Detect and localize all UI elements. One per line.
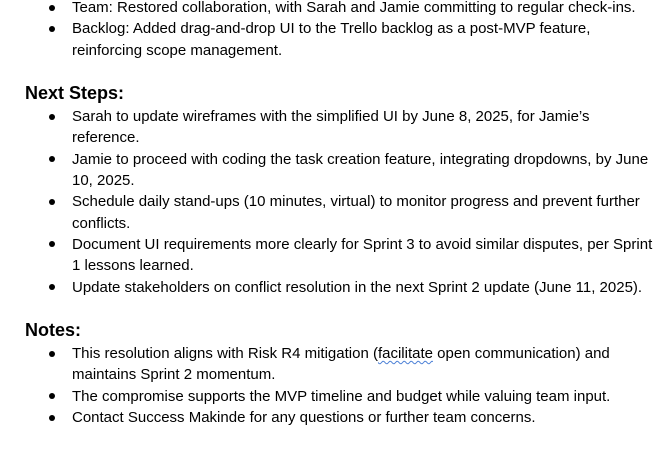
list-item: Jamie to proceed with coding the task cr… <box>0 149 655 192</box>
document-body: Team: Restored collaboration, with Sarah… <box>0 0 659 428</box>
outcomes-list: Team: Restored collaboration, with Sarah… <box>0 0 659 61</box>
next-steps-heading: Next Steps: <box>25 83 125 104</box>
bullet-icon <box>49 284 55 291</box>
spellcheck-flagged-word[interactable]: facilitate <box>378 345 433 362</box>
notes-list: This resolution aligns with Risk R4 miti… <box>0 343 659 428</box>
list-item: This resolution aligns with Risk R4 miti… <box>0 343 655 386</box>
list-item: Contact Success Makinde for any question… <box>0 407 655 428</box>
bullet-icon <box>49 25 55 32</box>
list-item-text: Jamie to proceed with coding the task cr… <box>72 150 649 190</box>
bullet-icon <box>49 4 55 11</box>
list-item-text: Schedule daily stand-ups (10 minutes, vi… <box>72 193 640 232</box>
bullet-icon <box>49 113 55 120</box>
bullet-icon <box>49 198 55 205</box>
list-item-text: Update stakeholders on conflict resoluti… <box>72 278 643 296</box>
bullet-icon <box>49 241 55 248</box>
list-item: The compromise supports the MVP timeline… <box>0 386 655 407</box>
list-item: Sarah to update wireframes with the simp… <box>0 106 655 149</box>
list-item-text: Sarah to update wireframes with the simp… <box>72 108 590 147</box>
notes-heading: Notes: <box>25 320 82 341</box>
list-item-text: Document UI requirements more clearly fo… <box>72 235 653 275</box>
bullet-icon <box>49 414 55 421</box>
list-item: Team: Restored collaboration, with Sarah… <box>0 0 655 18</box>
bullet-icon <box>49 393 55 400</box>
list-item: Schedule daily stand-ups (10 minutes, vi… <box>0 191 655 234</box>
list-item: Document UI requirements more clearly fo… <box>0 234 655 277</box>
list-item-text: Contact Success Makinde for any question… <box>72 409 536 427</box>
next-steps-list: Sarah to update wireframes with the simp… <box>0 106 659 298</box>
list-item: Update stakeholders on conflict resoluti… <box>0 277 655 298</box>
list-item-text: This resolution aligns with Risk R4 miti… <box>72 345 378 363</box>
bullet-icon <box>49 156 55 163</box>
list-item: Backlog: Added drag-and-drop UI to the T… <box>0 18 655 61</box>
list-item-text: The compromise supports the MVP timeline… <box>72 387 611 405</box>
list-item-text: Backlog: Added drag-and-drop UI to the T… <box>72 20 591 59</box>
list-item-text: Team: Restored collaboration, with Sarah… <box>72 0 636 16</box>
bullet-icon <box>49 350 55 357</box>
